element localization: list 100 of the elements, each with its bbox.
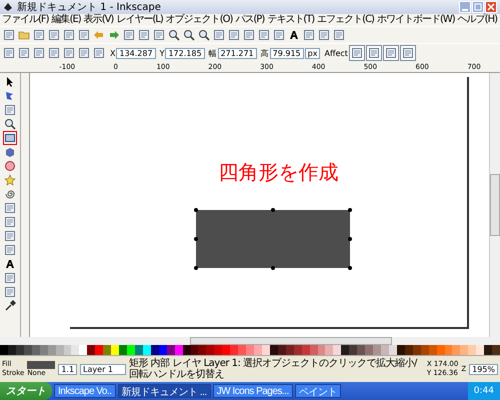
maximize-button[interactable]	[472, 1, 484, 13]
color-swatch[interactable]	[333, 345, 342, 355]
close-icon	[487, 3, 495, 11]
layer-dropdown[interactable]: Layer 1	[80, 364, 126, 374]
color-swatch[interactable]	[103, 345, 112, 355]
resize-handle[interactable]	[346, 207, 352, 213]
color-swatch[interactable]	[206, 345, 214, 355]
spiral-icon	[4, 188, 16, 200]
taskbar-button[interactable]: ペイント	[294, 384, 341, 398]
menu-item[interactable]: テキスト(T)	[267, 14, 314, 26]
menu-item[interactable]: エフェクト(C)	[317, 14, 374, 26]
color-swatch[interactable]	[357, 345, 366, 355]
tool-button[interactable]	[3, 257, 17, 271]
resize-handle[interactable]	[192, 207, 198, 213]
menu-item[interactable]: パス(P)	[235, 14, 264, 26]
maximize-icon	[474, 3, 482, 11]
width-field[interactable]: 271.271	[218, 48, 257, 58]
opacity-field[interactable]: 1.1	[58, 364, 78, 374]
resize-handle[interactable]	[270, 207, 276, 213]
tool-button[interactable]	[3, 299, 17, 313]
taskbar-button[interactable]: Inkscape Vo..	[54, 384, 116, 398]
undo-icon[interactable]	[93, 29, 105, 41]
field-label: 高	[260, 48, 269, 58]
zoom-field[interactable]: 195%	[469, 364, 498, 374]
taskbar-button[interactable]: JW Icons Pages...	[212, 384, 293, 398]
color-swatch[interactable]	[95, 345, 104, 355]
redo-icon[interactable]	[108, 29, 120, 41]
start-button[interactable]: スタート	[0, 382, 52, 400]
field-label: Y	[160, 48, 164, 58]
menu-item[interactable]: レイヤー(L)	[116, 14, 163, 26]
close-button[interactable]	[485, 1, 497, 13]
color-swatch[interactable]	[119, 345, 127, 355]
minimize-button[interactable]	[459, 1, 471, 13]
app-icon	[3, 2, 13, 12]
color-swatch[interactable]	[373, 345, 381, 355]
color-swatch[interactable]	[341, 345, 350, 355]
color-swatch[interactable]	[0, 345, 8, 355]
clock: 0:44	[474, 386, 494, 396]
menu-item[interactable]: オブジェクト(O)	[166, 14, 232, 26]
tool-button[interactable]	[3, 131, 17, 145]
menu-item[interactable]: ファイル(F)	[2, 14, 49, 26]
color-swatch[interactable]	[87, 345, 96, 355]
resize-handle[interactable]	[192, 265, 198, 271]
height-field[interactable]: 79.915	[270, 48, 304, 58]
color-swatch[interactable]	[492, 345, 500, 355]
circle-icon	[4, 160, 16, 172]
text-icon[interactable]	[288, 29, 300, 41]
tool-button[interactable]	[3, 117, 17, 131]
taskbar-button[interactable]: 新規ドキュメント ...	[118, 384, 211, 398]
color-swatch[interactable]	[127, 345, 135, 355]
document-icon[interactable]	[3, 29, 15, 41]
y-field[interactable]: 172.185	[165, 48, 205, 58]
color-swatch[interactable]	[246, 345, 254, 355]
resize-handle[interactable]	[192, 236, 198, 242]
text-icon	[4, 258, 16, 270]
field-label: 幅	[208, 48, 217, 58]
color-swatch[interactable]	[71, 345, 80, 355]
folder-icon[interactable]	[18, 29, 30, 41]
color-swatch[interactable]	[381, 345, 389, 355]
zoomout-icon[interactable]	[183, 29, 195, 41]
color-swatch[interactable]	[452, 345, 460, 355]
menu-item[interactable]: 表示(V)	[84, 14, 114, 26]
color-swatch[interactable]	[349, 345, 358, 355]
color-swatch[interactable]	[238, 345, 246, 355]
resize-handle[interactable]	[346, 236, 352, 242]
resize-handle[interactable]	[346, 265, 352, 271]
fill-indicator[interactable]	[27, 360, 56, 368]
color-swatch[interactable]	[230, 345, 238, 355]
menu-item[interactable]: ホワイトボード(W)	[376, 14, 455, 26]
color-swatch[interactable]	[325, 345, 334, 355]
color-swatch[interactable]	[365, 345, 374, 355]
zoomfit-icon[interactable]	[198, 29, 210, 41]
resize-handle[interactable]	[270, 265, 276, 271]
zoom-icon	[4, 118, 16, 130]
color-swatch[interactable]	[214, 345, 222, 355]
canvas-heading: 四角形を作成	[218, 159, 338, 186]
tool-button[interactable]	[3, 159, 17, 173]
color-swatch[interactable]	[222, 345, 230, 355]
unit-dropdown[interactable]: px	[304, 48, 320, 58]
color-swatch[interactable]	[468, 345, 476, 355]
horizontal-scrollbar[interactable]	[0, 337, 500, 345]
menu-item[interactable]: ヘルプ(H)	[458, 14, 497, 26]
color-swatch[interactable]	[460, 345, 468, 355]
color-swatch[interactable]	[79, 345, 88, 355]
window-title: 新規ドキュメント 1 - Inkscape	[17, 0, 161, 14]
menu-item[interactable]: 編集(E)	[52, 14, 81, 26]
color-swatch[interactable]	[198, 345, 206, 355]
dropper-icon	[4, 300, 16, 312]
color-swatch[interactable]	[476, 345, 484, 355]
vertical-scrollbar[interactable]	[489, 73, 500, 337]
color-swatch[interactable]	[254, 345, 262, 355]
color-swatch[interactable]	[111, 345, 120, 355]
box-icon	[4, 146, 16, 158]
rect-icon	[4, 132, 16, 144]
color-swatch[interactable]	[484, 345, 492, 355]
status-message: 矩形 内部 レイヤ Layer 1: 選択オブジェクトのクリックで拡大縮小/回転ハンドルを切替え	[129, 358, 418, 380]
x-field[interactable]: 134.287	[116, 48, 156, 58]
zoomin-icon[interactable]	[168, 29, 180, 41]
star-icon	[4, 174, 16, 186]
field-label: X	[110, 48, 116, 58]
